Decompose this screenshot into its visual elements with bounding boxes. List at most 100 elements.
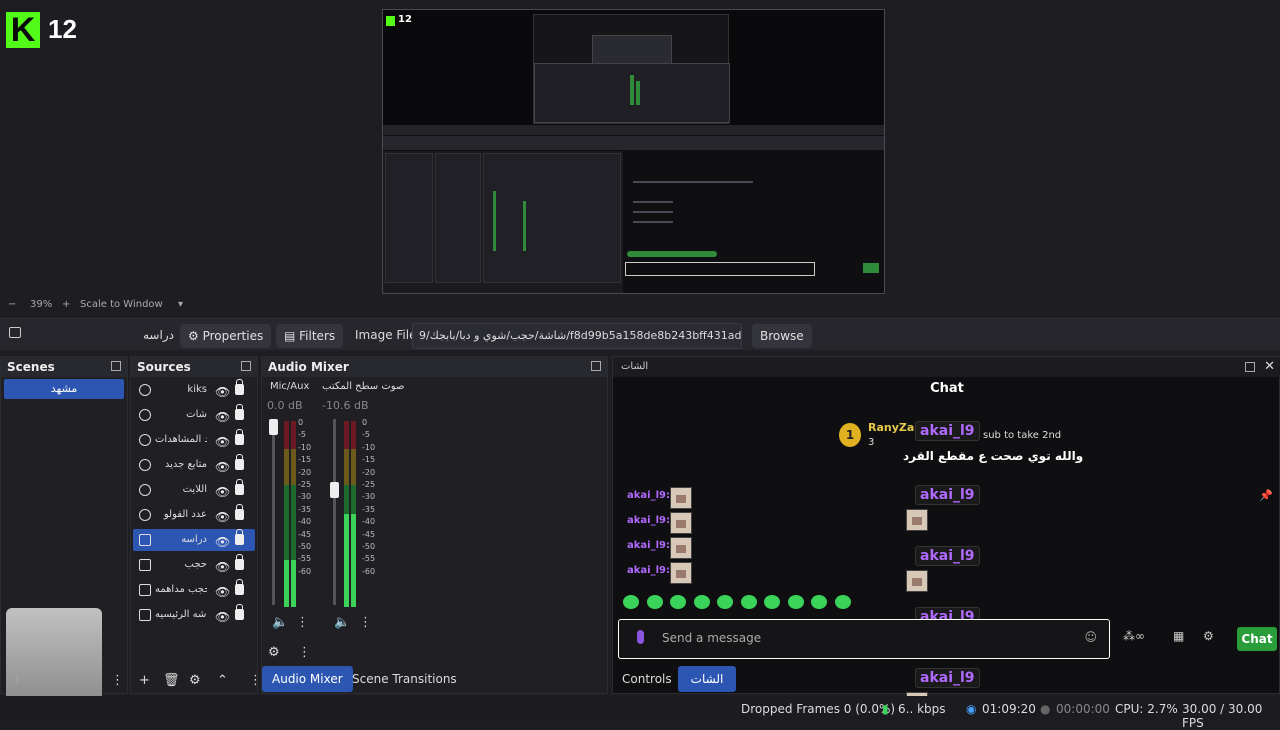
source-row[interactable]: حجب مداهمه 👁 bbox=[133, 579, 255, 601]
lock-icon[interactable] bbox=[235, 479, 244, 495]
scale-tick: -20 bbox=[298, 467, 312, 477]
source-row[interactable]: عدد الفولو 👁 bbox=[133, 504, 255, 526]
emote-icon[interactable] bbox=[623, 595, 639, 609]
tab-chat[interactable]: الشات bbox=[678, 666, 736, 692]
emote-icon[interactable] bbox=[693, 595, 710, 609]
lock-icon[interactable] bbox=[235, 529, 244, 545]
fader-handle[interactable] bbox=[269, 419, 278, 435]
emote-icon[interactable] bbox=[740, 595, 757, 609]
source-row[interactable]: عدد المشاهدات 👁 bbox=[133, 429, 255, 451]
undock-icon[interactable] bbox=[111, 361, 121, 371]
source-row[interactable]: دراسه 👁 bbox=[133, 529, 255, 551]
chat-username[interactable]: akai_l9: bbox=[627, 490, 670, 501]
eye-icon[interactable]: 👁 bbox=[215, 531, 230, 553]
source-row[interactable]: حجب 👁 bbox=[133, 554, 255, 576]
image-path-field[interactable]: 9/شاشة/حجب/شوي و دبا/بابجك/f8d99b5a158de… bbox=[412, 323, 742, 349]
emote-icon[interactable] bbox=[787, 595, 804, 609]
channel-menu-button[interactable]: ⋮ bbox=[359, 615, 372, 630]
gear-icon[interactable]: ⚙ bbox=[1203, 629, 1214, 643]
undock-icon[interactable] bbox=[591, 361, 601, 371]
undock-icon[interactable] bbox=[241, 361, 251, 371]
source-row[interactable]: الشاشه الرئيسيه 👁 bbox=[133, 604, 255, 626]
fader-track[interactable] bbox=[333, 419, 336, 605]
eye-icon[interactable]: 👁 bbox=[215, 556, 230, 578]
browse-button[interactable]: Browse bbox=[752, 324, 812, 348]
pinned-overlay-user[interactable]: akai_l9 bbox=[915, 421, 980, 441]
message-input[interactable]: Send a message ☺ bbox=[618, 619, 1110, 659]
chat-username[interactable]: akai_l9 bbox=[915, 668, 980, 688]
properties-button[interactable]: ⚙ Properties bbox=[180, 324, 272, 348]
source-row[interactable]: متابع جديد 👁 bbox=[133, 454, 255, 476]
chevron-down-icon[interactable]: ▾ bbox=[178, 299, 183, 310]
close-icon[interactable]: ✕ bbox=[1264, 357, 1275, 377]
trash-icon[interactable]: 🗑 bbox=[163, 673, 180, 688]
preview-canvas[interactable]: 12 bbox=[382, 9, 885, 294]
fader-track[interactable] bbox=[272, 419, 275, 605]
mixer-settings-icon[interactable]: ⚙ bbox=[268, 645, 280, 660]
mixer-channel-db: -10.6 dB bbox=[322, 399, 369, 412]
add-source-button[interactable]: + bbox=[139, 673, 150, 688]
eye-icon[interactable]: 👁 bbox=[215, 431, 230, 453]
preview-area: K 12 12 bbox=[0, 0, 1280, 298]
send-chat-button[interactable]: Chat bbox=[1237, 627, 1277, 651]
lock-icon[interactable] bbox=[235, 404, 244, 420]
source-row[interactable]: kiks 👁 bbox=[133, 379, 255, 401]
lock-icon[interactable] bbox=[235, 604, 244, 620]
emote-icon[interactable] bbox=[811, 595, 827, 609]
lock-icon[interactable] bbox=[235, 429, 244, 445]
eye-icon[interactable]: 👁 bbox=[215, 406, 230, 428]
eye-icon[interactable]: 👁 bbox=[215, 481, 230, 503]
mixer-more-button[interactable]: ⋮ bbox=[298, 645, 311, 660]
zoom-bar: − 39% + Scale to Window ▾ bbox=[0, 298, 1280, 314]
points-icon[interactable]: ⁂∞ bbox=[1123, 629, 1145, 643]
emote-icon[interactable] bbox=[717, 595, 733, 609]
eye-icon[interactable]: 👁 bbox=[215, 606, 230, 628]
chat-username[interactable]: akai_l9: bbox=[627, 565, 670, 576]
scene-item[interactable]: مشهد bbox=[4, 379, 124, 399]
eye-icon[interactable]: 👁 bbox=[215, 581, 230, 603]
speaker-icon[interactable]: 🔈 bbox=[334, 615, 350, 630]
chat-dock-title-text: الشات bbox=[621, 361, 649, 372]
chat-username[interactable]: akai_l9 bbox=[915, 485, 980, 505]
filters-button[interactable]: ▤ Filters bbox=[276, 324, 344, 348]
lock-icon[interactable] bbox=[235, 579, 244, 595]
nested-chat bbox=[623, 151, 884, 293]
status-bar: Dropped Frames 0 (0.0%) ▮ 6.. kbps ◉ 01:… bbox=[0, 696, 1280, 730]
lock-icon[interactable] bbox=[235, 554, 244, 570]
lock-icon[interactable] bbox=[235, 504, 244, 520]
eye-icon[interactable]: 👁 bbox=[215, 506, 230, 528]
channel-menu-button[interactable]: ⋮ bbox=[296, 615, 309, 630]
lock-icon[interactable] bbox=[235, 379, 244, 395]
undock-icon[interactable] bbox=[1245, 362, 1255, 372]
globe-icon bbox=[139, 459, 151, 471]
source-row[interactable]: اللايت 👁 bbox=[133, 479, 255, 501]
eye-icon[interactable]: 👁 bbox=[215, 381, 230, 403]
tab-controls[interactable]: Controls bbox=[612, 666, 682, 692]
mic-icon[interactable] bbox=[637, 630, 644, 644]
scene-more-button[interactable]: ⋮ bbox=[111, 673, 124, 688]
pin-icon[interactable]: 📌 bbox=[1259, 489, 1273, 502]
scale-mode-select[interactable]: Scale to Window bbox=[80, 299, 163, 310]
chat-username[interactable]: akai_l9: bbox=[627, 515, 670, 526]
tab-scene-transitions[interactable]: Scene Transitions bbox=[342, 666, 467, 692]
source-name: حجب مداهمه bbox=[155, 584, 207, 595]
zoom-in-button[interactable]: + bbox=[62, 299, 70, 310]
emote-icon[interactable] bbox=[670, 595, 686, 609]
emote-icon[interactable] bbox=[646, 595, 663, 609]
tab-audio-mixer[interactable]: Audio Mixer bbox=[262, 666, 353, 692]
emote-icon[interactable] bbox=[764, 595, 780, 609]
mixer-channel-db: 0.0 dB bbox=[267, 399, 303, 412]
lock-icon[interactable] bbox=[235, 454, 244, 470]
store-icon[interactable]: ▦ bbox=[1173, 629, 1184, 643]
move-up-button[interactable]: ⌃ bbox=[217, 673, 228, 688]
fader-handle[interactable] bbox=[330, 482, 339, 498]
zoom-out-button[interactable]: − bbox=[8, 299, 16, 310]
source-row[interactable]: شات 👁 bbox=[133, 404, 255, 426]
eye-icon[interactable]: 👁 bbox=[215, 456, 230, 478]
chat-username[interactable]: akai_l9 bbox=[915, 546, 980, 566]
emoji-icon[interactable]: ☺ bbox=[1084, 630, 1097, 644]
gear-icon[interactable]: ⚙ bbox=[189, 673, 201, 688]
emote-icon[interactable] bbox=[834, 595, 851, 609]
chat-username[interactable]: akai_l9: bbox=[627, 540, 670, 551]
speaker-icon[interactable]: 🔈 bbox=[272, 615, 288, 630]
